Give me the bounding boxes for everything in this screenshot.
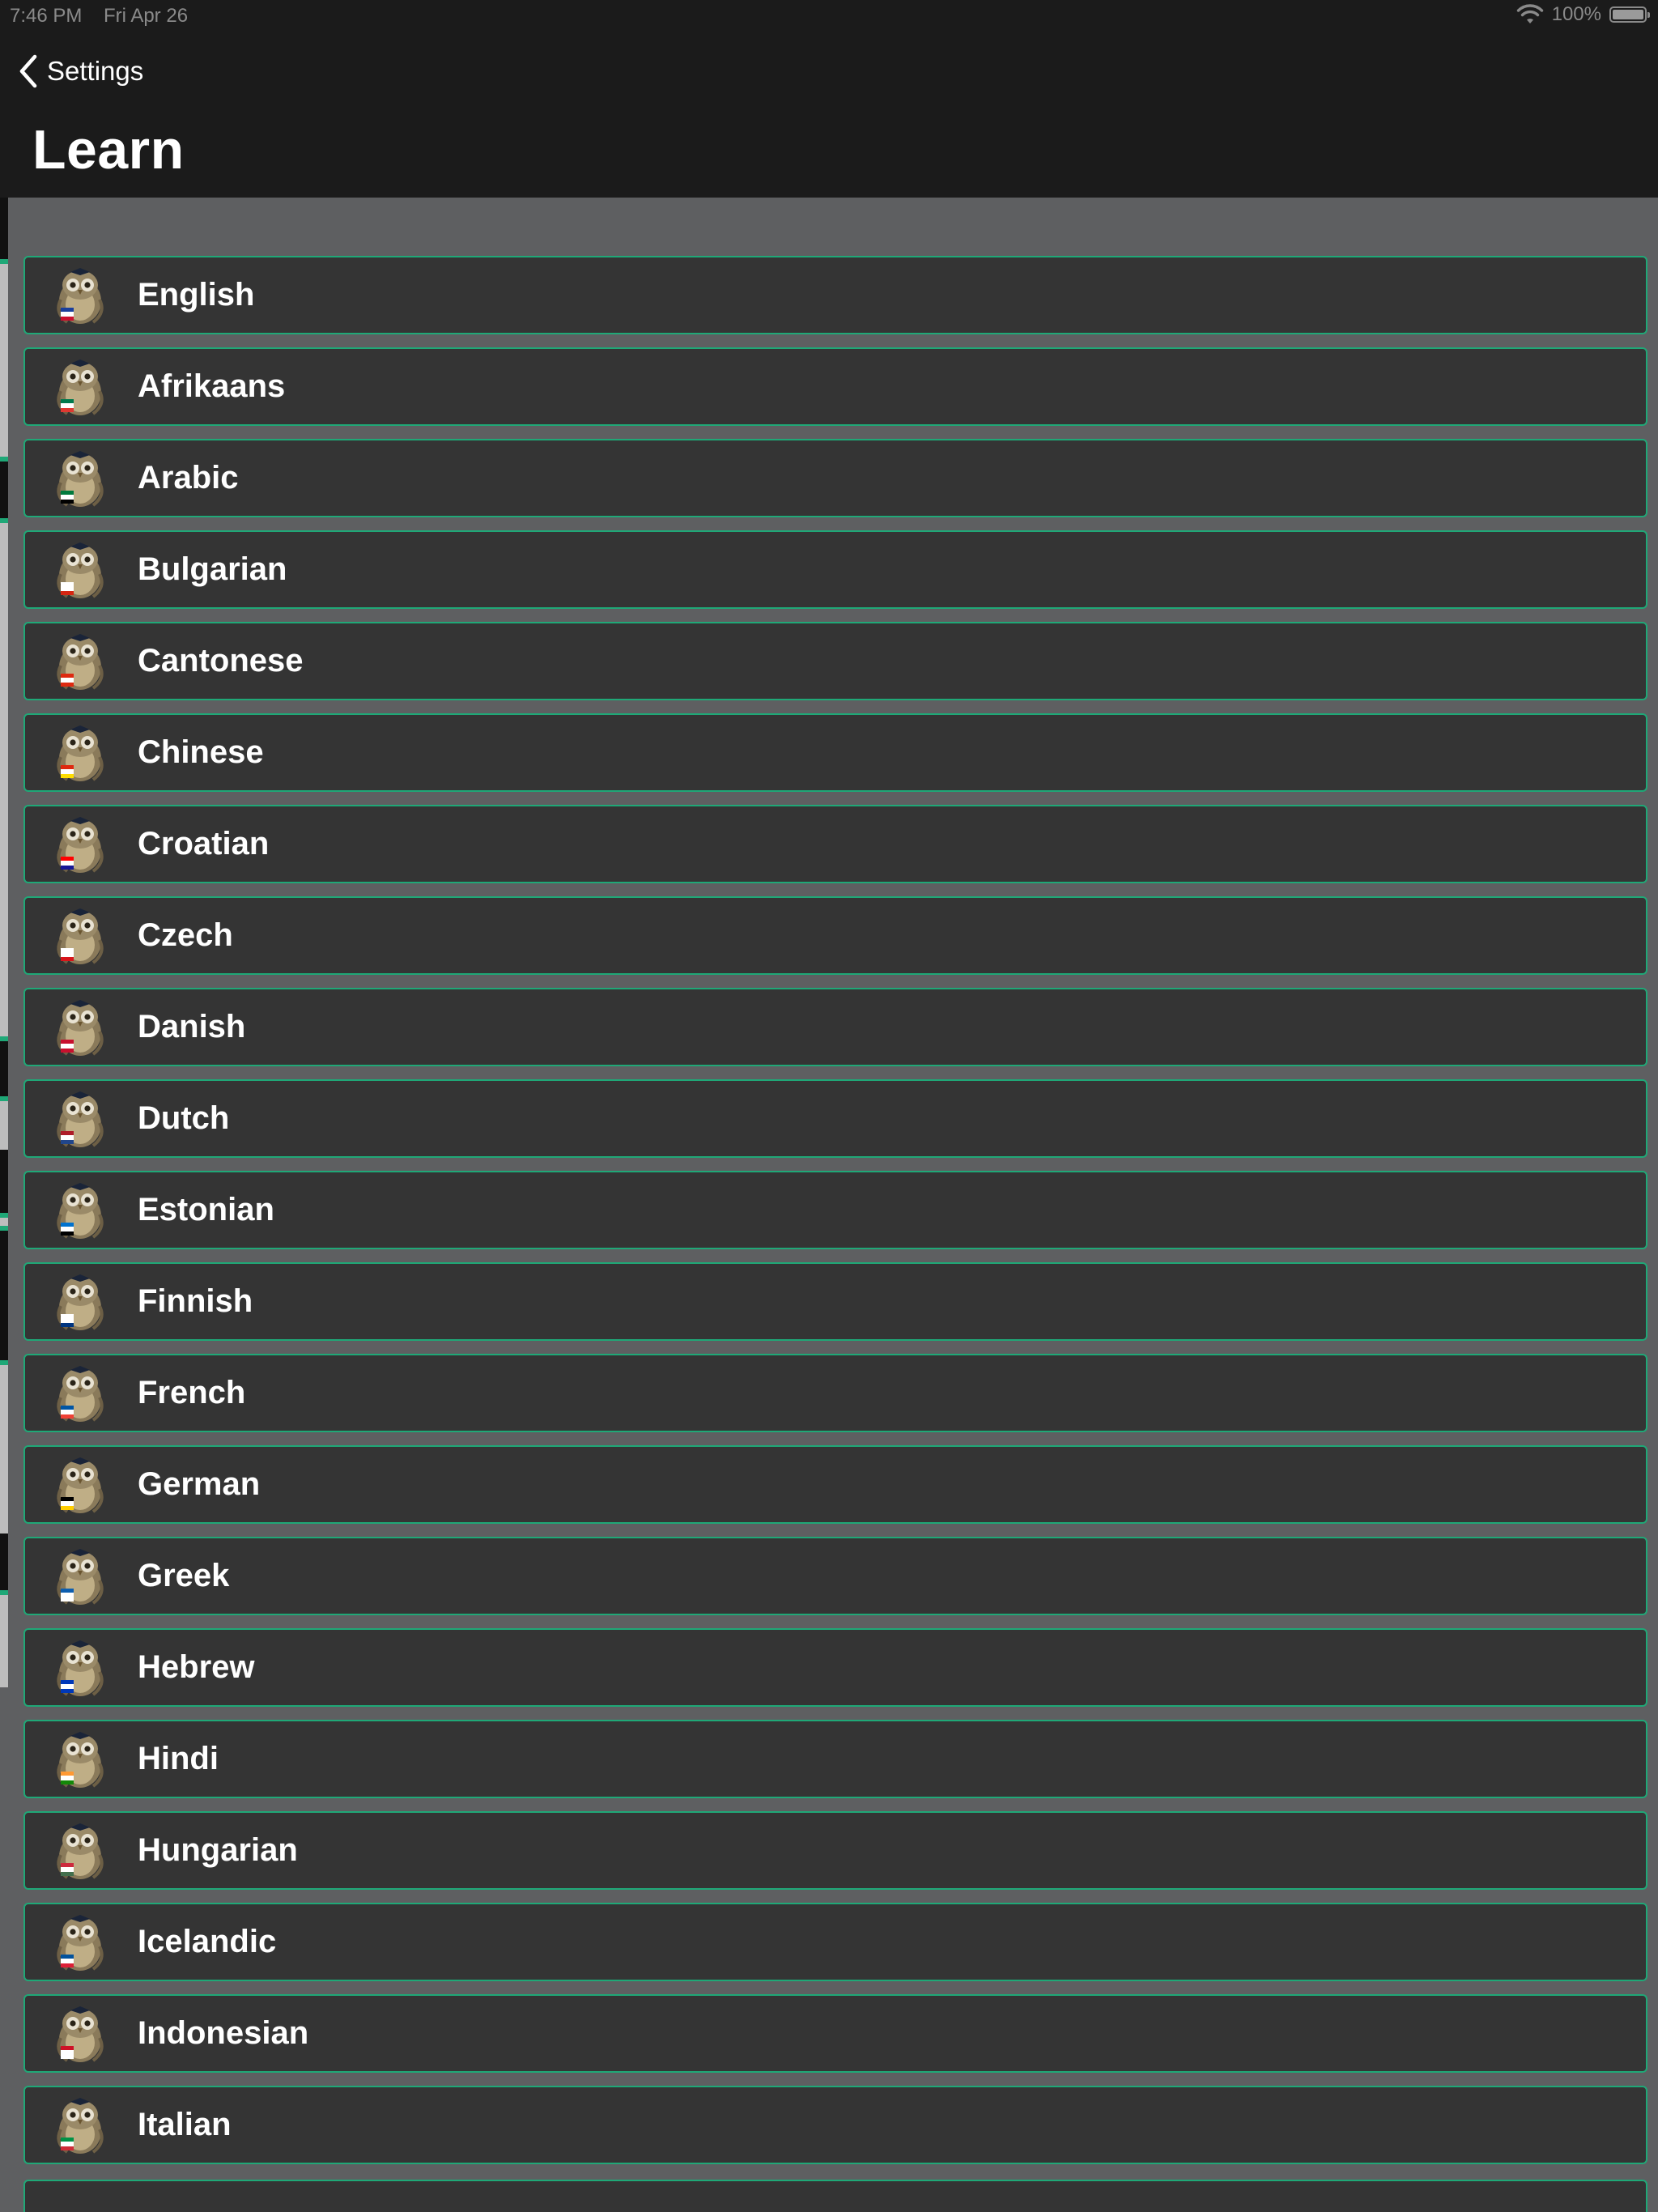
- owl-cz-flag-icon: [57, 908, 104, 964]
- language-label: Cantonese: [138, 643, 304, 678]
- language-row-croatian[interactable]: Croatian: [23, 805, 1647, 883]
- chevron-left-icon: [19, 54, 37, 88]
- owl-hu-flag-icon: [57, 1823, 104, 1879]
- status-date: Fri Apr 26: [104, 5, 189, 27]
- owl-fi-flag-icon: [57, 1274, 104, 1330]
- navigation-bar: Settings Learn: [0, 32, 1658, 198]
- battery-icon: [1609, 6, 1650, 23]
- language-row-italian[interactable]: Italian: [23, 2086, 1647, 2164]
- language-label: Chinese: [138, 734, 264, 770]
- language-label: French: [138, 1375, 246, 1410]
- owl-de-flag-icon: [57, 1457, 104, 1513]
- language-row-danish[interactable]: Danish: [23, 988, 1647, 1066]
- language-label: Estonian: [138, 1192, 274, 1227]
- owl-nl-flag-icon: [57, 1091, 104, 1147]
- back-button-label: Settings: [47, 56, 144, 86]
- owl-ee-flag-icon: [57, 1183, 104, 1239]
- language-row-hebrew[interactable]: Hebrew: [23, 1628, 1647, 1707]
- language-row-german[interactable]: German: [23, 1445, 1647, 1524]
- language-label: Danish: [138, 1009, 246, 1044]
- language-row-cantonese[interactable]: Cantonese: [23, 622, 1647, 700]
- language-row-czech[interactable]: Czech: [23, 896, 1647, 975]
- language-label: Greek: [138, 1558, 230, 1593]
- owl-is-flag-icon: [57, 1915, 104, 1971]
- wifi-icon: [1516, 4, 1543, 23]
- language-label: Czech: [138, 917, 233, 953]
- owl-hk-flag-icon: [57, 634, 104, 690]
- owl-dk-flag-icon: [57, 1000, 104, 1056]
- language-row-afrikaans[interactable]: Afrikaans: [23, 347, 1647, 426]
- language-row-french[interactable]: French: [23, 1354, 1647, 1432]
- language-label: Finnish: [138, 1283, 253, 1319]
- language-row-icelandic[interactable]: Icelandic: [23, 1903, 1647, 1981]
- owl-bg-flag-icon: [57, 542, 104, 598]
- language-label: Bulgarian: [138, 551, 287, 587]
- owl-hr-flag-icon: [57, 817, 104, 873]
- language-label: Italian: [138, 2107, 232, 2142]
- language-label: English: [138, 277, 255, 313]
- screen: 7:46 PM Fri Apr 26 100% Settings Learn E…: [0, 0, 1658, 2212]
- language-row-english[interactable]: English: [23, 256, 1647, 334]
- owl-cn-flag-icon: [57, 725, 104, 781]
- owl-id-flag-icon: [57, 2006, 104, 2062]
- language-label: Indonesian: [138, 2015, 309, 2051]
- list-item-partial[interactable]: [23, 2180, 1647, 2212]
- owl-za-flag-icon: [57, 359, 104, 415]
- language-row-estonian[interactable]: Estonian: [23, 1171, 1647, 1249]
- language-row-finnish[interactable]: Finnish: [23, 1262, 1647, 1341]
- status-bar: 7:46 PM Fri Apr 26 100%: [0, 0, 1658, 32]
- language-label: Hungarian: [138, 1832, 298, 1868]
- language-row-greek[interactable]: Greek: [23, 1537, 1647, 1615]
- language-row-hungarian[interactable]: Hungarian: [23, 1811, 1647, 1890]
- language-label: Dutch: [138, 1100, 230, 1136]
- page-title: Learn: [32, 119, 185, 181]
- status-time: 7:46 PM: [10, 5, 83, 27]
- language-label: Hebrew: [138, 1649, 255, 1685]
- language-label: Arabic: [138, 460, 239, 496]
- language-row-arabic[interactable]: Arabic: [23, 439, 1647, 517]
- owl-gb-flag-icon: [57, 268, 104, 324]
- status-right: 100%: [1516, 3, 1650, 26]
- language-row-dutch[interactable]: Dutch: [23, 1079, 1647, 1158]
- language-label: German: [138, 1466, 261, 1502]
- back-button[interactable]: Settings: [18, 53, 143, 89]
- owl-il-flag-icon: [57, 1640, 104, 1696]
- background-strip: [0, 198, 8, 1687]
- battery-percent: 100%: [1551, 3, 1601, 25]
- owl-in-flag-icon: [57, 1732, 104, 1788]
- owl-fr-flag-icon: [57, 1366, 104, 1422]
- owl-arabic-flag-icon: [57, 451, 104, 507]
- owl-it-flag-icon: [57, 2098, 104, 2154]
- language-row-bulgarian[interactable]: Bulgarian: [23, 530, 1647, 609]
- language-label: Croatian: [138, 826, 270, 861]
- language-label: Afrikaans: [138, 368, 286, 404]
- language-list: English Afrikaans Arabic Bulgarian Canto…: [23, 256, 1647, 2177]
- language-row-chinese[interactable]: Chinese: [23, 713, 1647, 792]
- owl-gr-flag-icon: [57, 1549, 104, 1605]
- language-label: Hindi: [138, 1741, 219, 1776]
- language-label: Icelandic: [138, 1924, 277, 1959]
- language-row-hindi[interactable]: Hindi: [23, 1720, 1647, 1798]
- language-row-indonesian[interactable]: Indonesian: [23, 1994, 1647, 2073]
